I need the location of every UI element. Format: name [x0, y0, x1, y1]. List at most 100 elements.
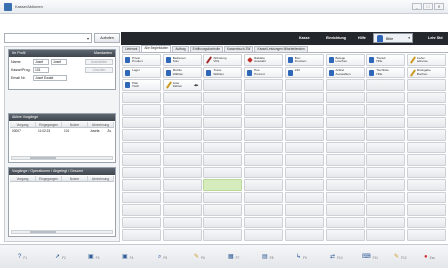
function-key-button[interactable]: ⌕ F5 [158, 253, 167, 262]
auswaehlen-button[interactable]: Auswählen [85, 59, 113, 65]
grid-slot[interactable] [244, 129, 284, 141]
grid-slot[interactable] [244, 79, 284, 91]
grid-slot[interactable] [406, 129, 446, 141]
grid-slot[interactable] [325, 179, 365, 191]
function-key-button[interactable]: ▣ F4 [122, 253, 133, 262]
user-menu[interactable]: Bitte ▾ [373, 33, 413, 43]
function-key-button[interactable]: ➚ F2 [55, 253, 66, 262]
column-header[interactable]: Eingegangen [36, 176, 62, 181]
grid-slot[interactable] [406, 141, 446, 153]
loeschen-button[interactable]: Löschen [85, 67, 113, 73]
grid-slot[interactable] [284, 216, 324, 228]
grid-slot[interactable] [284, 116, 324, 128]
grid-slot[interactable] [244, 104, 284, 116]
grid-slot[interactable] [203, 104, 243, 116]
function-key-button[interactable]: ⌨ F11 [362, 253, 378, 262]
function-button[interactable]: Rückgabe Buchen [406, 66, 446, 78]
function-key-button[interactable]: ▤ F8 [262, 253, 273, 262]
grid-slot[interactable] [366, 154, 406, 166]
column-header[interactable]: Vorgang [10, 176, 36, 181]
function-button[interactable]: Trans. Wählen [203, 66, 243, 78]
aufrufen-button[interactable]: Aufrufen [94, 33, 120, 43]
grid-slot[interactable] [122, 166, 161, 178]
column-header[interactable]: Eingegangen [36, 122, 62, 127]
grid-slot[interactable] [284, 104, 324, 116]
function-button[interactable]: Transit Hilfe [366, 54, 406, 66]
grid-slot[interactable] [325, 129, 365, 141]
grid-slot[interactable] [203, 116, 243, 128]
tab-4[interactable]: Kassenbuch ZW [224, 46, 254, 52]
function-key-button[interactable]: ↳ F9 [296, 253, 307, 262]
grid-slot[interactable] [366, 129, 406, 141]
grid-slot[interactable] [122, 179, 161, 191]
grid-slot[interactable] [325, 141, 365, 153]
grid-slot[interactable] [325, 79, 365, 91]
scroll-thumb[interactable] [30, 157, 56, 159]
function-button[interactable]: Pos. Prozent [244, 66, 284, 78]
function-button[interactable]: Bon Drucken [284, 54, 324, 66]
grid-slot[interactable] [122, 229, 161, 241]
grid-slot[interactable] [122, 129, 161, 141]
grid-slot[interactable] [203, 191, 243, 203]
grid-slot[interactable] [203, 154, 243, 166]
grid-slot[interactable] [244, 191, 284, 203]
menu-hilfe[interactable]: Hilfe [358, 36, 366, 40]
function-button[interactable]: Lager [122, 66, 161, 78]
kasse-field[interactable]: 101 [33, 67, 49, 73]
grid-slot[interactable] [406, 116, 446, 128]
grid-slot[interactable] [244, 91, 284, 103]
function-key-button[interactable]: ✎ F12 [394, 253, 407, 262]
grid-slot[interactable] [122, 216, 161, 228]
grid-slot[interactable] [284, 91, 324, 103]
grid-slot[interactable] [325, 216, 365, 228]
grid-slot[interactable] [366, 141, 406, 153]
grid-slot[interactable] [406, 216, 446, 228]
grid-slot[interactable] [244, 116, 284, 128]
grid-slot[interactable] [406, 91, 446, 103]
tab-2[interactable]: Auftrag [172, 46, 189, 52]
grid-slot[interactable] [284, 141, 324, 153]
grid-slot[interactable] [122, 104, 161, 116]
grid-slot[interactable] [162, 91, 202, 103]
function-button[interactable]: Bedienen Solo [162, 54, 202, 66]
grid-slot[interactable] [203, 141, 243, 153]
function-key-button[interactable]: ● Esc [424, 253, 435, 262]
function-button[interactable]: Belege Löschen [325, 54, 365, 66]
function-button[interactable]: Mobile Wählen [162, 66, 202, 78]
grid-slot[interactable] [325, 166, 365, 178]
grid-slot[interactable] [162, 154, 202, 166]
grid-slot[interactable] [406, 154, 446, 166]
column-header[interactable]: Nutzer [62, 176, 88, 181]
function-button[interactable]: Artikel Auswahlen [325, 66, 365, 78]
grid-slot[interactable] [162, 129, 202, 141]
tab-5[interactable]: Kasse/Leistungen Mitarbeitenden [254, 46, 308, 52]
horizontal-scrollbar[interactable] [11, 230, 113, 234]
grid-slot[interactable] [244, 141, 284, 153]
grid-slot[interactable] [406, 204, 446, 216]
menu-kasse[interactable]: Kasse [299, 36, 310, 40]
grid-slot[interactable] [325, 154, 365, 166]
minimize-button[interactable]: _ [412, 3, 422, 10]
grid-slot[interactable] [284, 179, 324, 191]
grid-slot[interactable] [203, 229, 243, 241]
first-name-field[interactable]: Josef [33, 59, 49, 65]
function-button[interactable]: Abholung VRL [203, 54, 243, 66]
grid-slot[interactable] [406, 79, 446, 91]
grid-slot[interactable] [366, 91, 406, 103]
grid-slot[interactable] [244, 179, 284, 191]
grid-slot[interactable] [162, 104, 202, 116]
tab-3[interactable]: Eröffnungskontrolle [189, 46, 224, 52]
grid-slot[interactable] [366, 79, 406, 91]
grid-slot[interactable] [162, 179, 202, 191]
grid-slot[interactable] [122, 116, 161, 128]
grid-slot[interactable] [162, 204, 202, 216]
grid-slot[interactable] [122, 154, 161, 166]
column-header[interactable]: Abrechnung [88, 176, 114, 181]
order-combobox[interactable]: ▾ [4, 33, 92, 43]
maximize-button[interactable]: □ [423, 3, 433, 10]
tab-1[interactable]: Alle Begleitdaten [141, 45, 172, 52]
grid-slot[interactable] [244, 229, 284, 241]
tab-0[interactable]: Lieferant [122, 46, 141, 52]
grid-slot[interactable] [284, 229, 324, 241]
grid-slot[interactable] [284, 166, 324, 178]
